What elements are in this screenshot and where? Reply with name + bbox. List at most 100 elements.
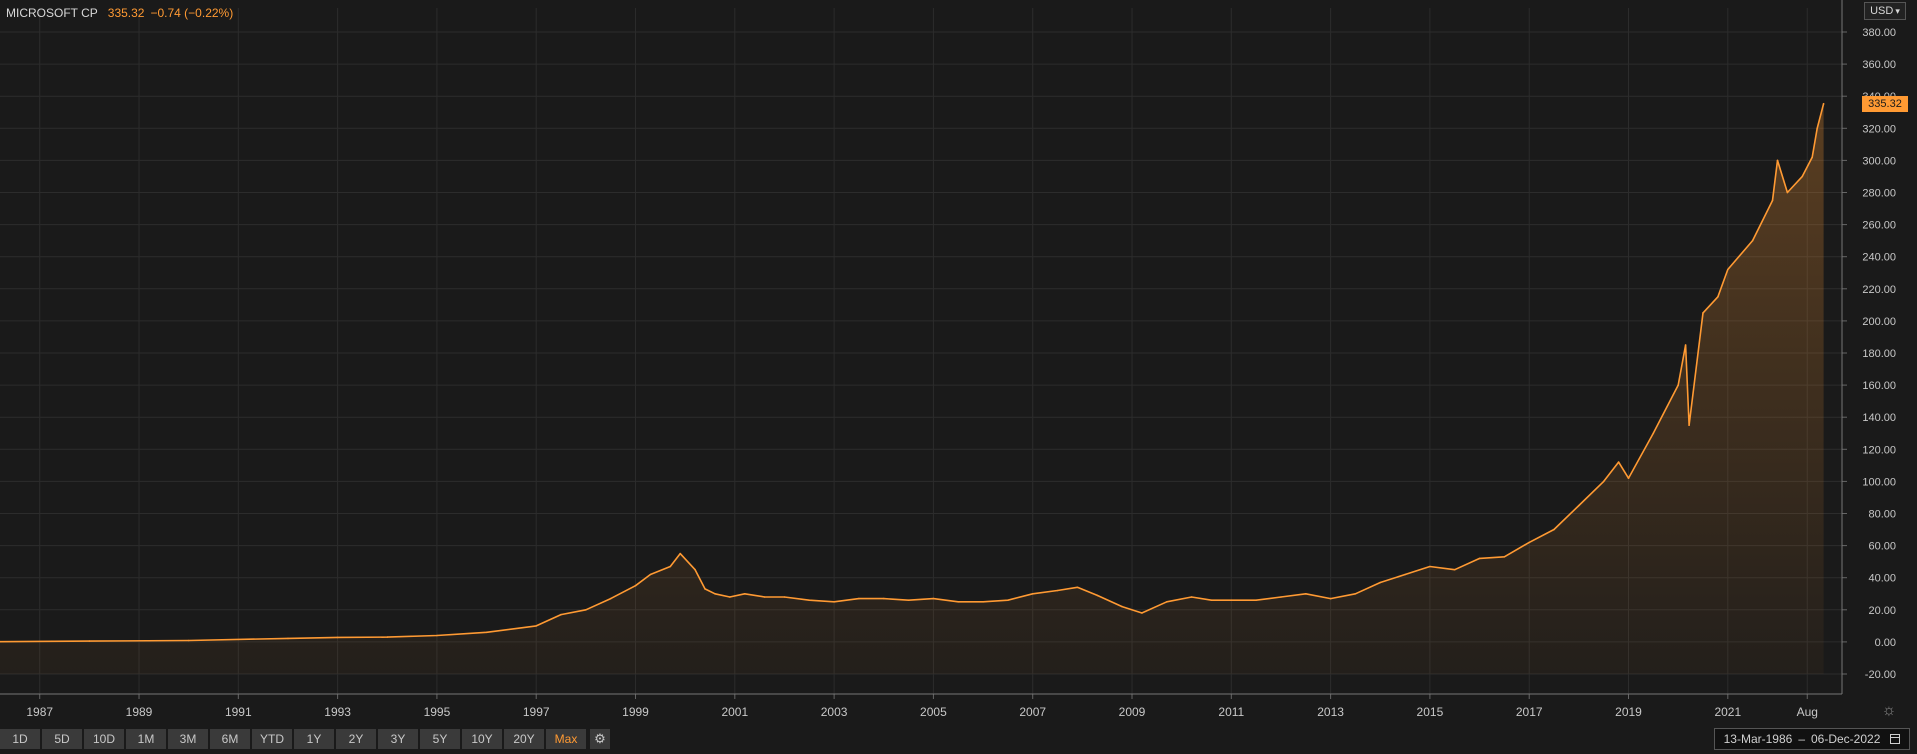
data-point	[1230, 599, 1233, 601]
currency-select[interactable]: USD ▾	[1864, 2, 1906, 20]
range-button-10y[interactable]: 10Y	[462, 729, 502, 749]
data-point	[1528, 541, 1530, 544]
range-button-10d[interactable]: 10D	[84, 729, 124, 749]
data-point	[649, 573, 652, 576]
data-point	[1811, 156, 1813, 158]
y-tick-label: 260.00	[1862, 220, 1896, 232]
y-tick-label: 240.00	[1862, 252, 1896, 264]
range-toolbar: 1D 5D 10D 1M 3M 6M YTD 1Y 2Y 3Y 5Y 10Y 20Y Max ⚙	[0, 728, 610, 750]
x-tick-label: 2019	[1615, 705, 1642, 719]
range-button-1m[interactable]: 1M	[126, 729, 166, 749]
data-point	[763, 596, 766, 598]
y-tick-label: 280.00	[1862, 188, 1896, 200]
data-point	[704, 588, 706, 590]
data-point	[1617, 461, 1620, 463]
data-point	[883, 597, 885, 600]
x-tick-label: 2007	[1019, 705, 1046, 719]
data-point	[436, 634, 438, 637]
range-button-20y[interactable]: 20Y	[504, 729, 544, 749]
chevron-down-icon: ▾	[1895, 5, 1900, 16]
range-button-5y[interactable]: 5Y	[420, 729, 460, 749]
data-point	[634, 584, 637, 587]
x-tick-label: 2021	[1714, 705, 1741, 719]
data-point	[833, 601, 835, 603]
y-tick-label: -20.00	[1865, 669, 1896, 681]
data-point	[957, 601, 959, 603]
x-tick-label: 2013	[1317, 705, 1344, 719]
data-point	[386, 636, 389, 638]
data-point	[1478, 557, 1481, 560]
data-point	[1717, 296, 1719, 298]
data-point	[1677, 384, 1679, 386]
y-tick-label: 160.00	[1862, 380, 1896, 392]
data-point	[1354, 593, 1357, 595]
y-tick-label: 220.00	[1862, 284, 1896, 296]
data-point	[743, 593, 746, 595]
data-point	[1056, 589, 1059, 592]
x-tick-label: 2017	[1516, 705, 1543, 719]
data-point	[1822, 102, 1825, 105]
range-button-5d[interactable]: 5D	[42, 729, 82, 749]
data-point	[1305, 593, 1307, 595]
data-point	[1684, 344, 1687, 346]
data-point	[729, 596, 731, 598]
data-point	[560, 613, 562, 616]
data-point	[1627, 477, 1630, 480]
crosshair-icon[interactable]: ☼	[1880, 702, 1898, 720]
range-button-6m[interactable]: 6M	[210, 729, 250, 749]
y-tick-label: 20.00	[1868, 605, 1896, 617]
x-tick-label: 1995	[424, 705, 451, 719]
data-point	[1702, 312, 1704, 314]
last-price-tag: 335.32	[1862, 95, 1908, 112]
symbol-name: MICROSOFT CP	[6, 6, 98, 20]
data-point	[1007, 599, 1009, 601]
data-point	[1751, 239, 1754, 242]
data-point	[1190, 596, 1193, 598]
date-range-end: 06-Dec-2022	[1811, 732, 1881, 746]
range-button-ytd[interactable]: YTD	[252, 729, 292, 749]
data-point	[1404, 573, 1406, 576]
data-point	[287, 637, 289, 640]
data-point	[1801, 175, 1804, 178]
chart-app: -20.00 0.00 20.00 40.00 60.00 80.00 100.00 120.…	[0, 0, 1917, 754]
data-point	[1255, 599, 1257, 601]
data-point	[1786, 191, 1789, 194]
x-tick-label: 1997	[523, 705, 550, 719]
data-point	[1453, 568, 1456, 571]
gear-icon[interactable]: ⚙	[590, 729, 610, 749]
data-point	[1280, 596, 1282, 598]
data-point	[585, 609, 587, 611]
data-point	[1329, 597, 1332, 600]
data-point	[1379, 581, 1382, 584]
y-tick-label: 80.00	[1868, 509, 1896, 521]
range-button-1d[interactable]: 1D	[0, 729, 40, 749]
data-point	[694, 568, 696, 571]
data-point	[1578, 504, 1580, 507]
range-button-3y[interactable]: 3Y	[378, 729, 418, 749]
data-point	[1503, 556, 1506, 558]
data-point	[1121, 605, 1123, 608]
data-point	[485, 631, 488, 634]
date-range-picker[interactable]: 13-Mar-1986 – 06-Dec-2022	[1714, 728, 1910, 750]
data-point	[714, 593, 716, 595]
date-range-separator: –	[1798, 732, 1805, 746]
data-point	[1553, 528, 1555, 531]
range-button-max[interactable]: Max	[546, 729, 586, 749]
x-tick-label: 1993	[324, 705, 351, 719]
y-tick-label: 200.00	[1862, 316, 1896, 328]
range-button-2y[interactable]: 2Y	[336, 729, 376, 749]
data-point	[982, 601, 984, 603]
data-point	[1141, 612, 1143, 614]
data-point	[187, 639, 190, 642]
data-point	[1166, 601, 1168, 603]
data-point	[1652, 432, 1655, 435]
range-button-1y[interactable]: 1Y	[294, 729, 334, 749]
range-button-3m[interactable]: 3M	[168, 729, 208, 749]
data-point	[535, 625, 537, 627]
data-point	[1776, 159, 1779, 162]
x-tick-label: 1991	[225, 705, 252, 719]
price-chart[interactable]: -20.00 0.00 20.00 40.00 60.00 80.00 100.00 120.…	[0, 0, 1917, 754]
x-tick-label: 2003	[821, 705, 848, 719]
x-tick-label: 2015	[1417, 705, 1444, 719]
x-tick-label: 2005	[920, 705, 947, 719]
